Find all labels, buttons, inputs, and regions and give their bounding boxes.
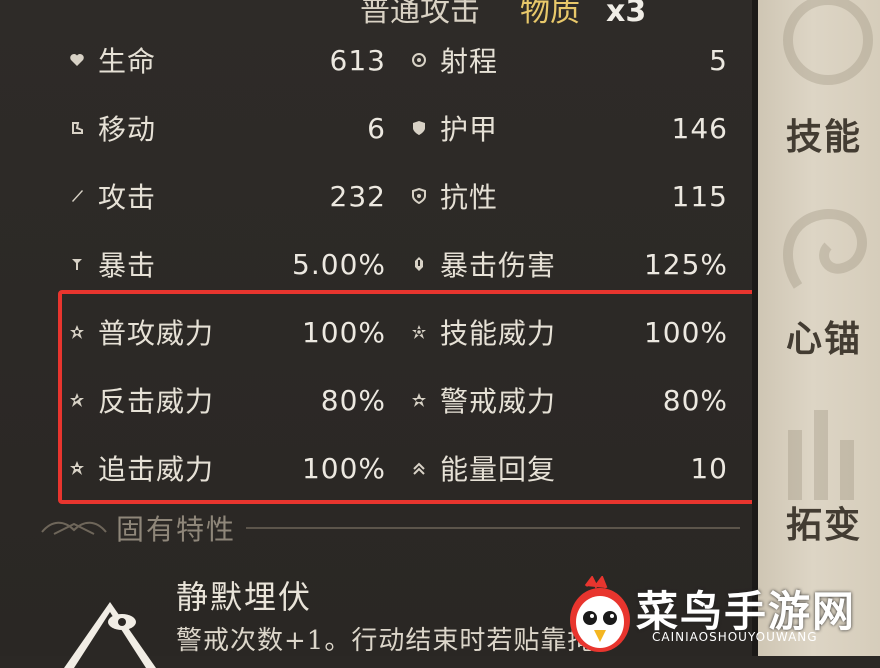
site-watermark: 菜鸟手游网 CAINIAOSHOUYOUWANG — [566, 576, 876, 656]
skill-emblem-icon — [783, 0, 873, 85]
stat-value: 6 — [367, 111, 386, 145]
stat-value: 146 — [671, 111, 728, 145]
ornament-icon — [41, 521, 107, 535]
stat-label: 生命 — [98, 45, 157, 78]
tab-anchor[interactable]: 心锚 — [786, 310, 862, 362]
stat-label: 抗性 — [440, 181, 499, 214]
resistance-icon — [410, 187, 428, 205]
tab-transform[interactable]: 拓变 — [786, 496, 862, 548]
character-stats-panel: 普通攻击 物质 x3 生命 613 移动 6 攻击 232 暴击 5.00% 普攻威… — [0, 0, 764, 668]
traits-section-header: 固有特性 — [40, 508, 740, 548]
divider — [246, 527, 740, 529]
stat-resistance: 抗性 115 — [410, 176, 728, 216]
stat-value: 125% — [643, 247, 728, 281]
trait-name: 静默埋伏 — [176, 578, 313, 616]
highlight-box — [58, 290, 764, 504]
damage-type-label: 物质 — [520, 0, 580, 29]
attack-summary: 普通攻击 物质 x3 — [360, 0, 646, 29]
stat-value: 5 — [709, 43, 728, 77]
transform-emblem-icon — [788, 410, 854, 500]
stat-value: 5.00% — [292, 247, 386, 281]
stat-label: 攻击 — [98, 181, 157, 214]
anchor-emblem-icon — [783, 208, 867, 289]
heart-icon — [68, 51, 86, 69]
stat-hp: 生命 613 — [68, 40, 386, 80]
stat-value: 232 — [329, 179, 386, 213]
attack-type-label: 普通攻击 — [360, 0, 480, 29]
trait-eye-icon — [64, 602, 156, 668]
range-icon — [410, 51, 428, 69]
tab-skills[interactable]: 技能 — [786, 108, 862, 160]
watermark-subtext: CAINIAOSHOUYOUWANG — [652, 630, 818, 644]
crit-damage-icon — [410, 255, 428, 273]
stat-label: 护甲 — [440, 113, 499, 146]
attack-count: x3 — [606, 0, 647, 29]
chicken-mascot-icon — [570, 576, 630, 652]
boot-icon — [68, 119, 86, 137]
stat-label: 暴击 — [98, 249, 157, 282]
traits-section-title: 固有特性 — [116, 513, 237, 546]
stat-move: 移动 6 — [68, 108, 386, 148]
sword-icon — [68, 187, 86, 205]
stat-attack: 攻击 232 — [68, 176, 386, 216]
stat-crit-damage: 暴击伤害 125% — [410, 244, 728, 284]
stat-value: 115 — [671, 179, 728, 213]
stat-label: 射程 — [440, 45, 499, 78]
trait-description: 警戒次数+1。行动结束时若贴靠掩 — [176, 626, 595, 656]
armor-icon — [410, 119, 428, 137]
stat-armor: 护甲 146 — [410, 108, 728, 148]
crit-icon — [68, 255, 86, 273]
stat-label: 暴击伤害 — [440, 249, 557, 282]
stat-label: 移动 — [98, 113, 157, 146]
stat-value: 613 — [329, 43, 386, 77]
stat-crit: 暴击 5.00% — [68, 244, 386, 284]
side-tab-rail: 技能 心锚 拓变 — [758, 0, 880, 656]
stat-range: 射程 5 — [410, 40, 728, 80]
